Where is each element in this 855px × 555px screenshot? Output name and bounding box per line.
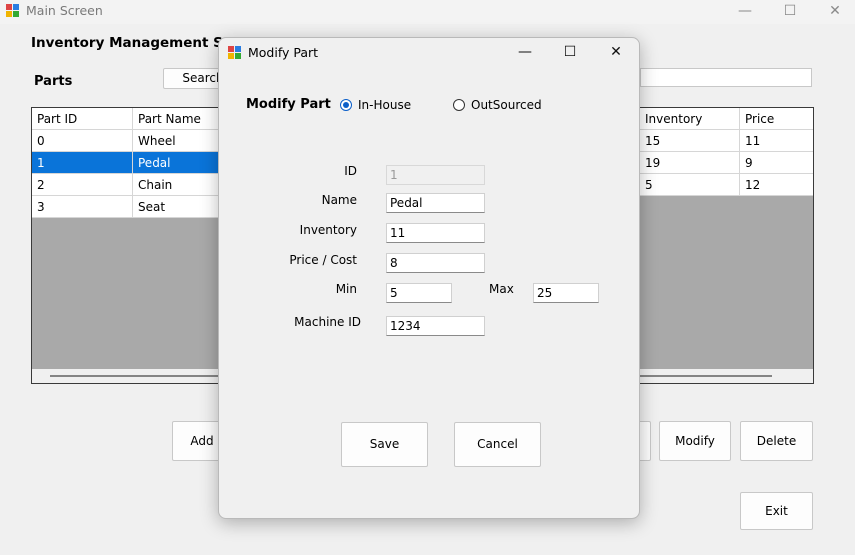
save-button[interactable]: Save (341, 422, 428, 467)
radio-outsourced-label[interactable]: OutSourced (471, 98, 542, 112)
app-icon (228, 46, 241, 59)
window-title: Main Screen (26, 3, 103, 18)
parts-label: Parts (34, 74, 73, 89)
inventory-field[interactable]: 11 (386, 223, 485, 243)
table-row-cell-id[interactable]: 1 (32, 152, 133, 174)
table-row-cell-price[interactable]: 9 (740, 152, 813, 174)
modify-part-button[interactable]: Modify (659, 421, 731, 461)
dialog-heading: Modify Part (246, 97, 331, 112)
delete-part-button[interactable]: Delete (740, 421, 813, 461)
table-row-cell-inventory[interactable]: 5 (640, 174, 740, 196)
max-field[interactable]: 25 (533, 283, 599, 303)
table-row-cell-price[interactable]: 12 (740, 174, 813, 196)
id-field: 1 (386, 165, 485, 185)
machine-id-field[interactable]: 1234 (386, 316, 485, 336)
radio-selected-icon[interactable] (340, 99, 352, 111)
cancel-button[interactable]: Cancel (454, 422, 541, 467)
table-row-cell-id[interactable]: 0 (32, 130, 133, 152)
maximize-button[interactable]: ☐ (767, 0, 813, 24)
main-titlebar: Main Screen — ☐ ✕ (0, 0, 855, 24)
table-row-cell-inventory[interactable]: 15 (640, 130, 740, 152)
close-button[interactable]: ✕ (812, 0, 855, 24)
inventory-label: Inventory (299, 223, 357, 237)
dialog-close-button[interactable]: ✕ (593, 38, 639, 66)
table-row-cell-inventory[interactable]: 19 (640, 152, 740, 174)
dialog-maximize-button[interactable]: ☐ (547, 38, 593, 66)
search-input[interactable] (640, 68, 812, 87)
column-header-price[interactable]: Price (740, 108, 813, 130)
price-cost-label: Price / Cost (289, 253, 357, 267)
machine-id-label: Machine ID (294, 315, 361, 329)
id-label: ID (344, 164, 357, 178)
min-label: Min (335, 282, 357, 296)
modify-part-dialog: Modify Part — ☐ ✕ Modify Part In-House O… (218, 37, 640, 519)
table-row-cell-price[interactable]: 11 (740, 130, 813, 152)
table-row-cell-id[interactable]: 3 (32, 196, 133, 218)
min-field[interactable]: 5 (386, 283, 452, 303)
app-icon (6, 4, 19, 17)
table-row-cell-id[interactable]: 2 (32, 174, 133, 196)
max-label: Max (489, 282, 514, 296)
column-header-inventory[interactable]: Inventory (640, 108, 740, 130)
price-cost-field[interactable]: 8 (386, 253, 485, 273)
radio-unselected-icon[interactable] (453, 99, 465, 111)
dialog-minimize-button[interactable]: — (502, 38, 548, 66)
radio-inhouse-label[interactable]: In-House (358, 98, 411, 112)
name-label: Name (321, 193, 357, 207)
dialog-title: Modify Part (248, 45, 319, 60)
minimize-button[interactable]: — (722, 0, 768, 24)
name-field[interactable]: Pedal (386, 193, 485, 213)
column-header-part-id[interactable]: Part ID (32, 108, 133, 130)
exit-button[interactable]: Exit (740, 492, 813, 530)
